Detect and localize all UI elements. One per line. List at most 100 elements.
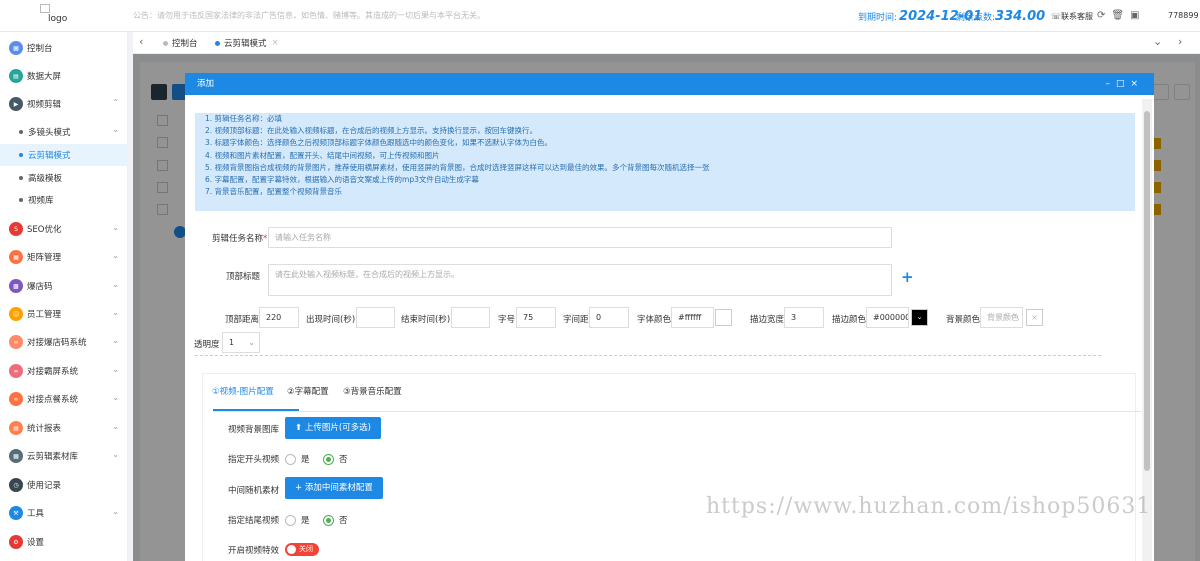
sidebar-item-staff[interactable]: ☺ 员工管理 ⌄ xyxy=(0,300,128,328)
tab-scroll-right-icon[interactable]: › xyxy=(1178,35,1182,48)
radio-label: 否 xyxy=(339,516,348,526)
tab-bgm-config[interactable]: ③背景音乐配置 xyxy=(343,385,402,397)
sidebar-item-tools[interactable]: ⚒ 工具 ⌄ xyxy=(0,499,128,527)
chevron-down-icon: ⌄ xyxy=(112,365,119,374)
scroll-thumb[interactable] xyxy=(1144,111,1150,471)
chevron-down-icon[interactable]: ⌄ xyxy=(911,309,928,326)
points-value: 334.00 xyxy=(995,9,1046,24)
add-modal: 添加 –□× 1. 剪辑任务名称：必填 2. 视频顶部标题：在此处输入视频标题，… xyxy=(185,73,1154,561)
font-size-input[interactable]: 75 xyxy=(516,307,556,328)
sidebar-item-data-screen[interactable]: ▤ 数据大屏 xyxy=(0,62,128,90)
chevron-up-icon: ⌃ xyxy=(112,98,119,107)
modal-title: 添加 xyxy=(197,79,215,89)
font-color-swatch[interactable] xyxy=(715,309,732,326)
tip-line: 4. 视频和图片素材配置，配置开头、结尾中间视频，可上传视频和图片 xyxy=(205,150,440,160)
middle-material-label: 中间随机素材 xyxy=(228,486,280,496)
appear-time-label: 出现时间(秒) xyxy=(306,315,356,325)
opacity-label: 透明度 xyxy=(194,340,220,350)
add-icon[interactable]: + xyxy=(901,268,914,286)
chevron-down-icon: ⌄ xyxy=(112,280,119,289)
sidebar-item-video-edit[interactable]: ▶ 视频剪辑 ⌃ xyxy=(0,90,128,118)
trash-icon[interactable]: 🗑 xyxy=(1111,10,1130,21)
link-icon: ∞ xyxy=(9,364,23,378)
sidebar-sub-cloud-edit[interactable]: 云剪辑模式 xyxy=(0,144,128,166)
sidebar-item-seo[interactable]: S SEO优化 ⌄ xyxy=(0,215,128,243)
sidebar-item-report[interactable]: ▤ 统计报表 ⌄ xyxy=(0,414,128,442)
logo[interactable]: logo xyxy=(40,4,67,24)
outro-no-radio[interactable] xyxy=(323,515,334,526)
tip-line: 3. 标题字体颜色：选择颜色之后视频顶部标题字体颜色跟随选中的颜色变化，如果不选… xyxy=(205,138,553,148)
chevron-down-icon: ⌄ xyxy=(112,450,119,459)
tab-subtitle-config[interactable]: ②字幕配置 xyxy=(287,385,329,397)
link-icon: ∞ xyxy=(9,392,23,406)
maximize-icon[interactable]: □ xyxy=(1116,79,1131,89)
sidebar-item-matrix[interactable]: ▦ 矩阵管理 ⌄ xyxy=(0,243,128,271)
tip-line: 1. 剪辑任务名称：必填 xyxy=(205,114,283,123)
top-distance-input[interactable]: 220 xyxy=(259,307,299,328)
sidebar-item-settings[interactable]: ⚙ 设置 xyxy=(0,528,128,556)
top-title-textarea[interactable]: 请在此处输入视频标题，在合成后的视频上方显示。 xyxy=(268,264,892,296)
sidebar-sub-multi-lens[interactable]: 多镜头模式 ⌄ xyxy=(0,121,128,143)
bullet-icon xyxy=(19,130,23,134)
minimize-icon[interactable]: – xyxy=(1105,79,1116,89)
tab-cloud-edit[interactable]: 云剪辑模式 × xyxy=(215,32,279,54)
outro-video-label: 指定结尾视频 xyxy=(228,516,280,526)
sidebar-item-qrcode-system[interactable]: ∞ 对接爆店码系统 ⌄ xyxy=(0,328,128,356)
chevron-down-icon: ⌄ xyxy=(112,507,119,516)
sidebar-item-usage-record[interactable]: ◷ 使用记录 xyxy=(0,471,128,499)
end-time-input[interactable] xyxy=(451,307,490,328)
tab-close-icon[interactable]: × xyxy=(272,38,279,48)
refresh-icon[interactable]: ⟳ xyxy=(1097,10,1111,21)
sidebar-item-order-system[interactable]: ∞ 对接点餐系统 ⌄ xyxy=(0,385,128,413)
chevron-down-icon: ⌄ xyxy=(112,422,119,431)
font-color-input[interactable]: #ffffff xyxy=(671,307,714,328)
active-tab-indicator xyxy=(213,409,299,411)
close-icon[interactable]: × xyxy=(1130,79,1144,89)
tab-dashboard[interactable]: 控制台 xyxy=(163,32,198,54)
outro-yes-radio[interactable] xyxy=(285,515,296,526)
report-icon: ▤ xyxy=(9,421,23,435)
intro-yes-radio[interactable] xyxy=(285,454,296,465)
chevron-down-icon: ⌄ xyxy=(112,223,119,232)
spacing-input[interactable]: 0 xyxy=(589,307,629,328)
sidebar-item-dashboard[interactable]: ▦ 控制台 xyxy=(0,34,128,62)
opacity-select[interactable]: 1 ⌄ xyxy=(222,332,260,353)
appear-time-input[interactable] xyxy=(356,307,395,328)
task-name-input[interactable]: 请输入任务名称 xyxy=(268,227,892,248)
matrix-icon: ▦ xyxy=(9,250,23,264)
stroke-width-label: 描边宽度 xyxy=(750,315,785,325)
end-time-label: 结束时间(秒) xyxy=(401,315,451,325)
chevron-down-icon[interactable]: ⌄ xyxy=(1153,35,1162,48)
modal-scrollbar[interactable] xyxy=(1142,99,1152,561)
seo-icon: S xyxy=(9,222,23,236)
tool-icon: ⚒ xyxy=(9,506,23,520)
tip-line: 5. 视频背景图指合成视频的背景图片，推荐使用横屏素材，使用竖屏的背景图，合成时… xyxy=(205,162,710,172)
sidebar-item-qrcode[interactable]: ▩ 爆店码 ⌄ xyxy=(0,272,128,300)
tab-video-image-config[interactable]: ①视频-图片配置 xyxy=(212,385,274,397)
sidebar-item-material-library[interactable]: ▦ 云剪辑素材库 ⌄ xyxy=(0,442,128,470)
stroke-color-input[interactable]: #000000 xyxy=(866,307,909,328)
bg-color-input[interactable]: 背景颜色 xyxy=(980,307,1023,328)
qrcode-icon: ▩ xyxy=(9,279,23,293)
sidebar: ▦ 控制台 ▤ 数据大屏 ▶ 视频剪辑 ⌃ 多镜头模式 ⌄ 云剪辑模式 高级模板 视频库 … xyxy=(0,32,128,561)
headset-icon: ☏ xyxy=(1051,12,1062,21)
chevron-down-icon: ⌄ xyxy=(112,308,119,317)
spacing-label: 字间距 xyxy=(563,315,589,325)
sidebar-item-screen-system[interactable]: ∞ 对接霸屏系统 ⌄ xyxy=(0,357,128,385)
user-name[interactable]: 778899 xyxy=(1168,11,1199,20)
bullet-icon xyxy=(19,198,23,202)
fullscreen-icon[interactable]: ▣ xyxy=(1130,10,1145,21)
customer-service-link[interactable]: ☏联系客服 xyxy=(1051,11,1093,22)
tab-scroll-left-icon[interactable]: ‹ xyxy=(139,35,143,48)
stroke-color-label: 描边颜色 xyxy=(832,315,867,325)
clear-color-icon[interactable]: × xyxy=(1026,309,1043,326)
upload-images-button[interactable]: ⬆ 上传图片(可多选) xyxy=(285,417,381,439)
sidebar-sub-video-library[interactable]: 视频库 xyxy=(0,189,128,211)
watermark: https://www.huzhan.com/ishop50631 xyxy=(706,494,1152,519)
video-effect-toggle[interactable]: 关闭 xyxy=(285,543,319,556)
dashboard-icon: ▦ xyxy=(9,41,23,55)
sidebar-sub-advanced-template[interactable]: 高级模板 xyxy=(0,167,128,189)
intro-no-radio[interactable] xyxy=(323,454,334,465)
add-middle-material-button[interactable]: + 添加中间素材配置 xyxy=(285,477,383,499)
stroke-width-input[interactable]: 3 xyxy=(784,307,824,328)
